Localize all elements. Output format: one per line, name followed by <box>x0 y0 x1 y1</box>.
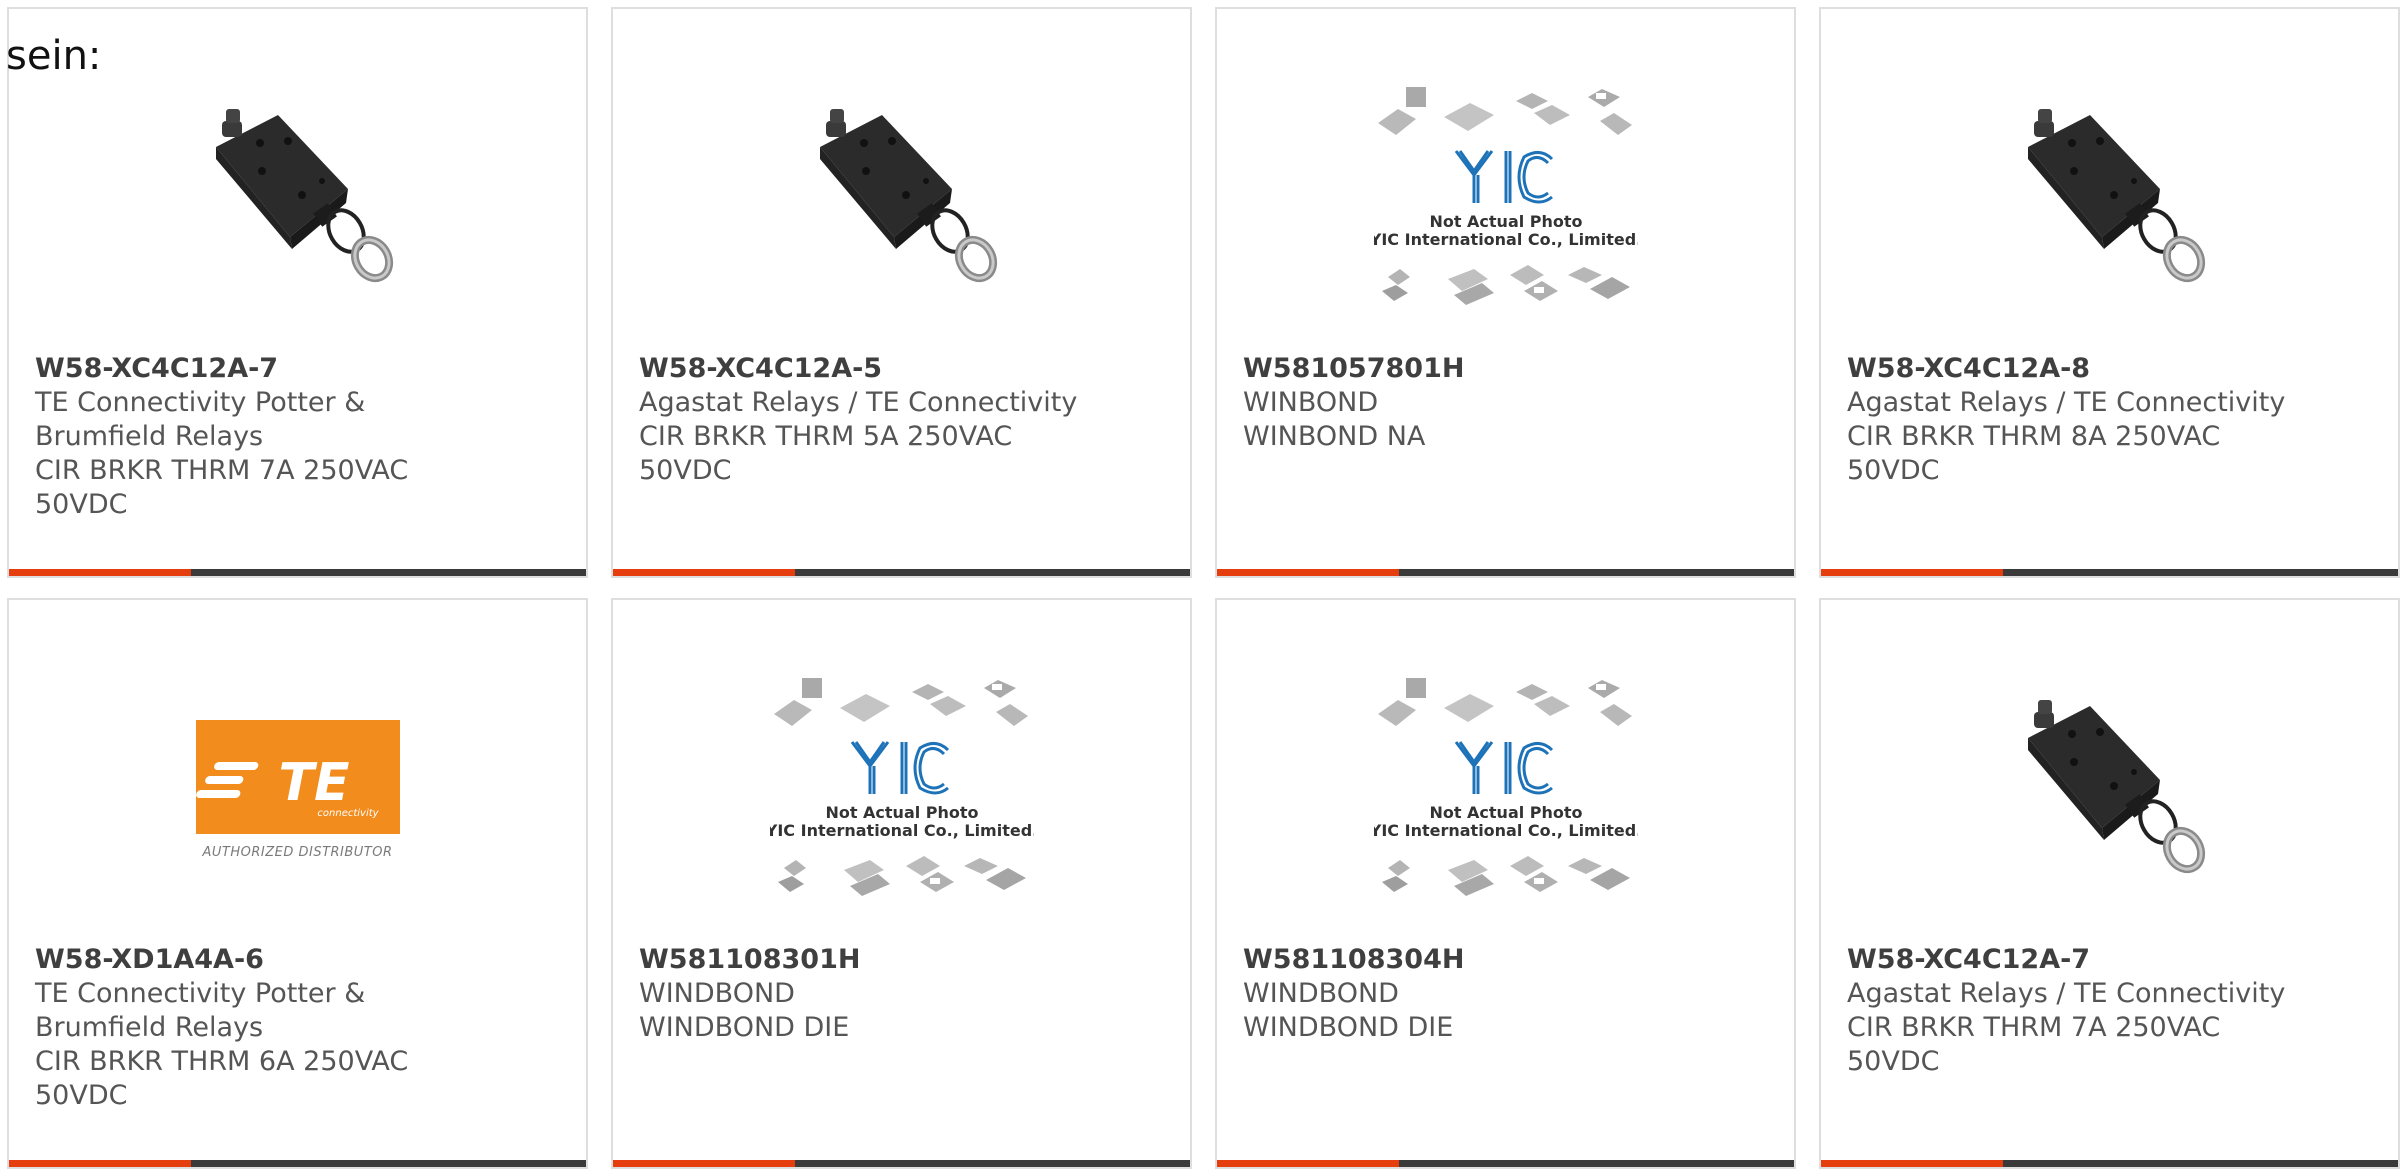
card-footer-accent <box>1821 569 2003 576</box>
part-number-link[interactable]: W581108304H <box>1243 943 1774 977</box>
yic-placeholder-image: Not Actual Photo YIC International Co., … <box>1374 678 1638 896</box>
product-detail-line: CIR BRKR THRM 8A 250VAC <box>1847 421 2221 452</box>
yic-placeholder-image: Not Actual Photo YIC International Co., … <box>770 678 1034 896</box>
circuit-breaker-image <box>819 109 997 283</box>
product-thumbnail[interactable]: TE connectivity AUTHORIZED DISTRIBUTOR <box>9 670 586 910</box>
product-info: W58-XC4C12A-8 Agastat Relays / TE Connect… <box>1847 352 2378 488</box>
product-detail-line: WINDBOND DIE <box>639 1012 850 1043</box>
intro-text: sein: <box>6 33 102 79</box>
yic-caption-line1: Not Actual Photo <box>1429 803 1582 822</box>
yic-caption-line1: Not Actual Photo <box>825 803 978 822</box>
product-card[interactable]: Not Actual Photo YIC International Co., … <box>1215 7 1796 578</box>
product-detail-line: Agastat Relays / TE Connectivity <box>639 387 1078 418</box>
product-thumbnail[interactable] <box>1821 79 2398 319</box>
product-card[interactable]: Not Actual Photo YIC International Co., … <box>1215 598 1796 1169</box>
part-number-link[interactable]: W58-XC4C12A-7 <box>35 352 566 386</box>
card-footer-bar <box>9 569 586 576</box>
product-info: W581108301H WINDBOND WINDBOND DIE <box>639 943 1170 1045</box>
product-detail-line: WINDBOND <box>639 978 795 1009</box>
product-detail-line: CIR BRKR THRM 7A 250VAC <box>35 455 409 486</box>
card-footer-bar <box>1821 569 2398 576</box>
product-detail-line: Agastat Relays / TE Connectivity <box>1847 387 2286 418</box>
card-footer-accent <box>613 569 795 576</box>
card-footer-bar <box>613 1160 1190 1167</box>
card-footer-bar <box>1217 569 1794 576</box>
card-footer-bar <box>613 569 1190 576</box>
product-detail-line: Brumfield Relays <box>35 1012 264 1043</box>
product-detail-line: WINBOND NA <box>1243 421 1426 452</box>
product-info: W58-XC4C12A-5 Agastat Relays / TE Connect… <box>639 352 1170 488</box>
product-detail-line: CIR BRKR THRM 7A 250VAC <box>1847 1012 2221 1043</box>
part-number-link[interactable]: W58-XC4C12A-8 <box>1847 352 2378 386</box>
product-info: W58-XC4C12A-7 TE Connectivity Potter & Bru… <box>35 352 566 522</box>
product-thumbnail[interactable]: Not Actual Photo YIC International Co., … <box>1217 79 1794 319</box>
product-detail-line: CIR BRKR THRM 6A 250VAC <box>35 1046 409 1077</box>
product-detail-line: 50VDC <box>1847 1046 1940 1077</box>
product-detail-line: CIR BRKR THRM 5A 250VAC <box>639 421 1013 452</box>
card-footer-accent <box>1217 569 1399 576</box>
card-footer-accent <box>1217 1160 1399 1167</box>
yic-caption-line1: Not Actual Photo <box>1429 212 1582 231</box>
te-logo-text: TE <box>278 753 349 813</box>
product-info: W58-XD1A4A-6 TE Connectivity Potter & Brum… <box>35 943 566 1113</box>
circuit-breaker-image <box>2027 109 2205 283</box>
product-grid: W58-XC4C12A-7 TE Connectivity Potter & Bru… <box>7 7 2400 1169</box>
product-thumbnail[interactable] <box>1821 670 2398 910</box>
te-logo-caption: AUTHORIZED DISTRIBUTOR <box>202 845 393 860</box>
product-card[interactable]: Not Actual Photo YIC International Co., … <box>611 598 1192 1169</box>
product-detail-line: WINBOND <box>1243 387 1379 418</box>
part-number-link[interactable]: W581057801H <box>1243 352 1774 386</box>
yic-caption-line2: YIC International Co., Limited. <box>1374 821 1638 840</box>
product-thumbnail[interactable] <box>613 79 1190 319</box>
te-logo-sub: connectivity <box>317 808 379 819</box>
product-card[interactable]: TE connectivity AUTHORIZED DISTRIBUTOR W… <box>7 598 588 1169</box>
product-detail-line: TE Connectivity Potter & <box>35 387 366 418</box>
circuit-breaker-image <box>2027 700 2205 874</box>
card-footer-accent <box>1821 1160 2003 1167</box>
yic-caption-line2: YIC International Co., Limited. <box>1374 230 1638 249</box>
product-info: W58-XC4C12A-7 Agastat Relays / TE Connect… <box>1847 943 2378 1079</box>
product-detail-line: TE Connectivity Potter & <box>35 978 366 1009</box>
yic-placeholder-image: Not Actual Photo YIC International Co., … <box>1374 87 1638 305</box>
part-number-link[interactable]: W581108301H <box>639 943 1170 977</box>
circuit-breaker-image <box>215 109 393 283</box>
part-number-link[interactable]: W58-XD1A4A-6 <box>35 943 566 977</box>
product-detail-line: 50VDC <box>639 455 732 486</box>
product-detail-line: WINDBOND <box>1243 978 1399 1009</box>
product-detail-line: 50VDC <box>35 1080 128 1111</box>
card-footer-accent <box>9 569 191 576</box>
card-footer-bar <box>1217 1160 1794 1167</box>
part-number-link[interactable]: W58-XC4C12A-7 <box>1847 943 2378 977</box>
yic-caption-line2: YIC International Co., Limited. <box>770 821 1034 840</box>
product-card[interactable]: W58-XC4C12A-5 Agastat Relays / TE Connect… <box>611 7 1192 578</box>
product-card[interactable]: W58-XC4C12A-7 Agastat Relays / TE Connect… <box>1819 598 2400 1169</box>
product-detail-line: WINDBOND DIE <box>1243 1012 1454 1043</box>
product-card[interactable]: W58-XC4C12A-8 Agastat Relays / TE Connect… <box>1819 7 2400 578</box>
product-detail-line: Brumfield Relays <box>35 421 264 452</box>
te-authorized-distributor-logo: TE connectivity AUTHORIZED DISTRIBUTOR <box>195 720 400 860</box>
product-info: W581108304H WINDBOND WINDBOND DIE <box>1243 943 1774 1045</box>
part-number-link[interactable]: W58-XC4C12A-5 <box>639 352 1170 386</box>
product-thumbnail[interactable] <box>9 79 586 319</box>
product-detail-line: 50VDC <box>35 489 128 520</box>
product-thumbnail[interactable]: Not Actual Photo YIC International Co., … <box>1217 670 1794 910</box>
product-info: W581057801H WINBOND WINBOND NA <box>1243 352 1774 454</box>
card-footer-accent <box>613 1160 795 1167</box>
product-detail-line: Agastat Relays / TE Connectivity <box>1847 978 2286 1009</box>
card-footer-bar <box>9 1160 586 1167</box>
product-detail-line: 50VDC <box>1847 455 1940 486</box>
product-thumbnail[interactable]: Not Actual Photo YIC International Co., … <box>613 670 1190 910</box>
card-footer-bar <box>1821 1160 2398 1167</box>
card-footer-accent <box>9 1160 191 1167</box>
product-card[interactable]: W58-XC4C12A-7 TE Connectivity Potter & Bru… <box>7 7 588 578</box>
